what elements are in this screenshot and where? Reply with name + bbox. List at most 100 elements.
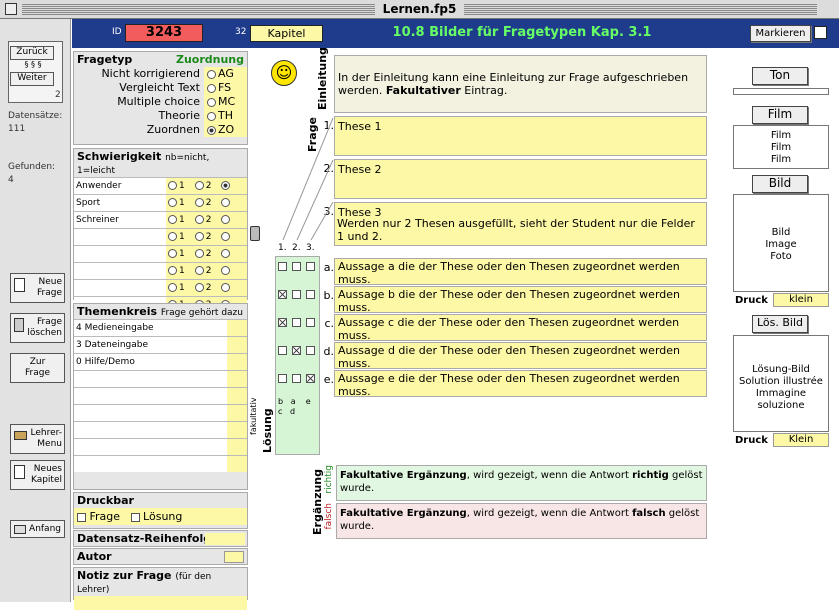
sound-field[interactable] [733, 88, 829, 95]
topic-flag[interactable] [227, 422, 247, 438]
size-field[interactable]: klein [773, 293, 829, 307]
difficulty-radio[interactable] [168, 266, 177, 275]
difficulty-radio[interactable] [194, 215, 204, 224]
new-chapter-button[interactable]: Neues Kapitel [10, 460, 65, 490]
option-radio[interactable] [207, 125, 216, 135]
topic-row[interactable]: 4 Medieneingabe [74, 319, 247, 336]
goto-question-button[interactable]: Zur Frage [10, 353, 65, 383]
solution-checkbox[interactable] [278, 318, 287, 327]
difficulty-radio[interactable] [168, 181, 177, 190]
difficulty-radio[interactable] [194, 181, 204, 190]
forward-button[interactable]: Weiter [10, 72, 54, 86]
statement-field[interactable]: Aussage c die der These oder den Thesen … [334, 314, 707, 342]
statement-field[interactable]: Aussage b die der These oder den Thesen … [334, 286, 707, 314]
topic-flag[interactable] [227, 337, 247, 353]
topic-flag[interactable] [227, 405, 247, 421]
solution-checkbox[interactable] [278, 290, 287, 299]
question-type-option[interactable]: Nicht korrigierend AG [74, 67, 247, 81]
option-radio[interactable] [207, 83, 216, 93]
difficulty-radio[interactable] [221, 232, 231, 241]
new-question-button[interactable]: Neue Frage [10, 273, 65, 303]
solution-checkbox[interactable] [306, 262, 315, 271]
trash-icon[interactable] [250, 226, 260, 241]
difficulty-radio[interactable] [168, 249, 177, 258]
mark-button[interactable]: Markieren [750, 25, 811, 42]
intro-field[interactable]: In der Einleitung kann eine Einleitung z… [334, 55, 707, 113]
statement-field[interactable]: Aussage d die der These oder den Thesen … [334, 342, 707, 370]
chapter-field[interactable]: Kapitel [250, 25, 323, 42]
solution-checkbox[interactable] [306, 374, 315, 383]
topic-flag[interactable] [227, 354, 247, 370]
difficulty-radio[interactable] [221, 215, 231, 224]
difficulty-radio[interactable] [221, 266, 231, 275]
difficulty-radio[interactable] [194, 249, 204, 258]
topic-row[interactable]: 0 Hilfe/Demo [74, 353, 247, 370]
topic-flag[interactable] [227, 388, 247, 404]
difficulty-radio[interactable] [168, 232, 177, 241]
topic-row[interactable] [74, 438, 247, 455]
image-button[interactable]: Bild [752, 175, 808, 193]
note-field[interactable] [74, 596, 247, 610]
solution-checkbox[interactable] [278, 262, 287, 271]
difficulty-radio[interactable] [194, 283, 204, 292]
solution-image-button[interactable]: Lös. Bild [752, 315, 808, 333]
difficulty-radio[interactable] [194, 198, 204, 207]
solution-checkbox[interactable] [292, 318, 301, 327]
image-box[interactable]: Bild Image Foto [733, 194, 829, 292]
back-button[interactable]: Zurück [10, 46, 54, 60]
option-radio[interactable] [207, 69, 216, 79]
topic-row[interactable] [74, 404, 247, 421]
start-button[interactable]: Anfang [10, 520, 65, 538]
solution-checkbox[interactable] [278, 374, 287, 383]
question-type-option[interactable]: Multiple choice MC [74, 95, 247, 109]
solution-checkbox[interactable] [306, 290, 315, 299]
author-field[interactable] [224, 551, 244, 563]
topic-flag[interactable] [227, 320, 247, 336]
solution-checkbox[interactable] [278, 346, 287, 355]
difficulty-radio[interactable] [168, 283, 177, 292]
solution-checkbox[interactable] [306, 346, 315, 355]
option-radio[interactable] [207, 97, 216, 107]
size-field[interactable]: Klein [773, 433, 829, 447]
record-order-field[interactable] [205, 533, 245, 545]
book-navigator[interactable]: Zurück § § § Weiter 2 [8, 41, 63, 103]
wrong-feedback-field[interactable]: Fakultative Ergänzung, wird gezeigt, wen… [336, 503, 707, 539]
print-question-checkbox[interactable] [77, 512, 86, 522]
teacher-menu-button[interactable]: Lehrer- Menu [10, 424, 65, 454]
difficulty-radio[interactable] [221, 198, 231, 207]
film-box[interactable]: Film Film Film [733, 125, 829, 169]
topic-row[interactable]: 3 Dateneingabe [74, 336, 247, 353]
topic-row[interactable] [74, 387, 247, 404]
difficulty-radio[interactable] [221, 181, 231, 190]
id-field[interactable]: 3243 [125, 24, 203, 42]
difficulty-radio[interactable] [194, 266, 204, 275]
topic-flag[interactable] [227, 456, 247, 472]
correct-feedback-field[interactable]: Fakultative Ergänzung, wird gezeigt, wen… [336, 465, 707, 501]
mark-checkbox[interactable] [814, 26, 827, 39]
statement-field[interactable]: Aussage a die der These oder den Thesen … [334, 258, 707, 286]
solution-checkbox[interactable] [306, 318, 315, 327]
question-type-option[interactable]: Theorie TH [74, 109, 247, 123]
delete-question-button[interactable]: Frage löschen [10, 313, 65, 343]
solution-checkbox[interactable] [292, 346, 301, 355]
option-radio[interactable] [207, 111, 216, 121]
topic-row[interactable] [74, 421, 247, 438]
difficulty-radio[interactable] [194, 232, 204, 241]
solution-image-box[interactable]: Lösung-Bild Solution illustrée Immagine so… [733, 335, 829, 432]
difficulty-radio[interactable] [168, 198, 177, 207]
difficulty-radio[interactable] [168, 215, 177, 224]
topic-row[interactable] [74, 370, 247, 387]
solution-checkbox[interactable] [292, 262, 301, 271]
topic-row[interactable] [74, 455, 247, 472]
statement-field[interactable]: Aussage e die der These oder den Thesen … [334, 370, 707, 398]
difficulty-radio[interactable] [221, 283, 231, 292]
difficulty-radio[interactable] [221, 249, 231, 258]
print-solution-checkbox[interactable] [130, 512, 140, 522]
topic-flag[interactable] [227, 439, 247, 455]
question-type-option[interactable]: Zuordnen ZO [74, 123, 247, 137]
film-button[interactable]: Film [752, 106, 808, 124]
thesis-field[interactable]: These 2 [334, 159, 707, 199]
solution-checkbox[interactable] [292, 374, 301, 383]
sound-button[interactable]: Ton [752, 67, 808, 85]
solution-checkbox[interactable] [292, 290, 301, 299]
